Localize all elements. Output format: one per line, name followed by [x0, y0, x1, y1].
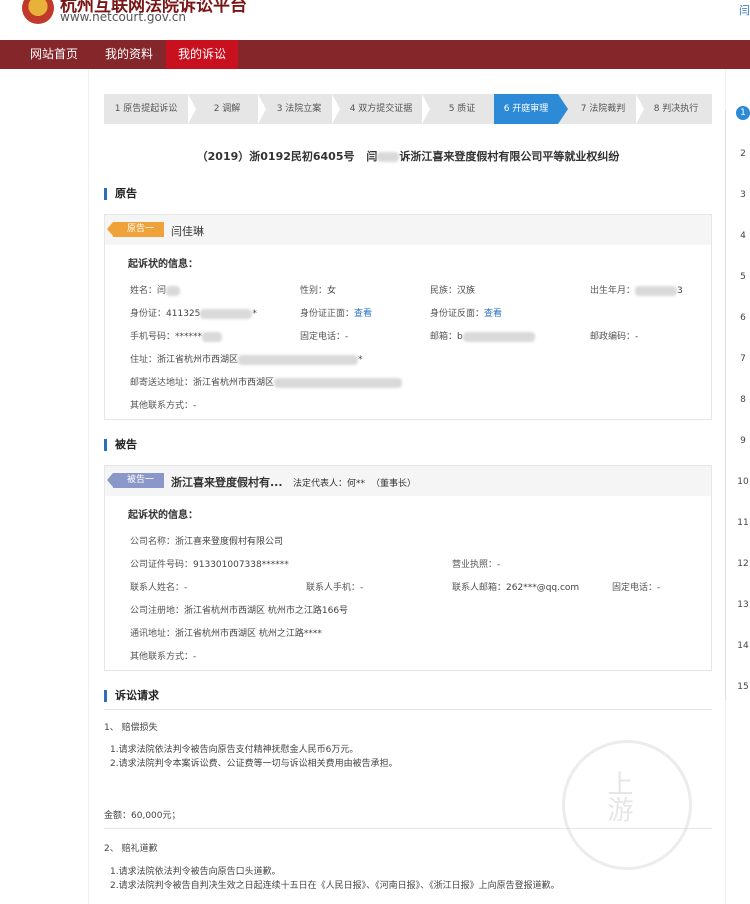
plaintiff-card-header: 原告一 闫佳琳	[105, 215, 711, 245]
defendant-mail-address-field: 通讯地址：浙江省杭州市西湖区 杭州之江路****	[130, 629, 322, 639]
defendant-name: 浙江喜来登度假村有...	[171, 476, 283, 489]
case-description: 诉浙江喜来登度假村有限公司平等就业权纠纷	[399, 150, 620, 163]
defendant-company-field: 公司名称：浙江喜来登度假村有限公司	[130, 537, 284, 547]
side-num-5[interactable]: 5	[736, 270, 750, 284]
main-nav: 网站首页 我的资料 我的诉讼	[0, 40, 750, 69]
step-8[interactable]: 8 判决执行	[644, 94, 708, 124]
side-num-8[interactable]: 8	[736, 393, 750, 407]
step-1[interactable]: 1 原告提起诉讼	[104, 94, 188, 124]
side-num-10[interactable]: 10	[736, 475, 750, 489]
plaintiff-id-front-field: 身份证正面：查看	[300, 309, 373, 319]
claim-2-title: 2、 赔礼道歉	[104, 844, 158, 854]
defendant-other-contact-field: 其他联系方式：-	[130, 652, 197, 662]
plaintiff-address-field: 住址：浙江省杭州市西湖区 *	[130, 354, 363, 365]
site-url: www.netcourt.gov.cn	[60, 10, 186, 24]
user-link[interactable]: 闫	[739, 2, 750, 18]
side-num-12[interactable]: 12	[736, 557, 750, 571]
plaintiff-name: 闫佳琳	[171, 225, 204, 238]
plaintiff-ethnicity-field: 民族：汉族	[430, 286, 476, 296]
plaintiff-mail-address-field: 邮寄送达地址：浙江省杭州市西湖区	[130, 375, 403, 388]
side-num-11[interactable]: 11	[736, 516, 750, 530]
defendant-contact-email-field: 联系人邮箱：262***@qq.com	[452, 583, 580, 593]
side-num-3[interactable]: 3	[736, 188, 750, 202]
nav-my-profile[interactable]: 我的资料	[94, 40, 164, 69]
side-num-1[interactable]: 1	[736, 106, 750, 120]
claims-divider	[104, 709, 712, 710]
side-num-15[interactable]: 15	[736, 680, 750, 694]
claim-2-line-1: 1.请求法院依法判令被告向原告口头道歉。	[110, 867, 281, 877]
side-num-6[interactable]: 6	[736, 311, 750, 325]
side-num-2[interactable]: 2	[736, 147, 750, 161]
step-2[interactable]: 2 调解	[196, 94, 258, 124]
case-plaintiff-prefix: 闫	[366, 150, 378, 163]
claim-amount: 金额：60,000元；	[104, 811, 181, 821]
plaintiff-birth-field: 出生年月： 3	[590, 285, 683, 296]
progress-steps: 1 原告提起诉讼 2 调解 3 法院立案 4 双方提交证据 5 质证 6 开庭审…	[104, 94, 712, 124]
plaintiff-section-title: 原告	[104, 188, 137, 200]
defendant-legal-rep: 法定代表人：何** （董事长）	[293, 479, 417, 489]
plaintiff-email-field: 邮箱：b	[430, 329, 535, 342]
claim-1-title: 1、 赔偿损失	[104, 723, 158, 733]
defendant-tag: 被告一	[106, 473, 165, 488]
side-nav-line	[725, 110, 726, 700]
case-title: （2019）浙0192民初6405号 闫 诉浙江喜来登度假村有限公司平等就业权纠纷	[104, 148, 712, 164]
defendant-section-title: 被告	[104, 439, 137, 451]
defendant-license-field: 营业执照：-	[452, 560, 501, 570]
plaintiff-postcode-field: 邮政编码：-	[590, 332, 639, 342]
claim-1-line-2: 2.请求法院判令本案诉讼费、公证费等一切与诉讼相关费用由被告承担。	[110, 759, 398, 769]
case-number: （2019）浙0192民初6405号	[196, 150, 355, 163]
claim-2-line-2: 2.请求法院判令被告自判决生效之日起连续十五日在《人民日报》、《河南日报》、《浙…	[110, 881, 560, 891]
plaintiff-other-contact-field: 其他联系方式：-	[130, 401, 197, 411]
step-7[interactable]: 7 法院裁判	[570, 94, 636, 124]
side-num-9[interactable]: 9	[736, 434, 750, 448]
plaintiff-phone-field: 手机号码：******	[130, 329, 223, 342]
step-4[interactable]: 4 双方提交证据	[340, 94, 422, 124]
plaintiff-id-back-field: 身份证反面：查看	[430, 309, 503, 319]
side-num-4[interactable]: 4	[736, 229, 750, 243]
plaintiff-subhead: 起诉状的信息：	[128, 259, 198, 270]
defendant-landline-field: 固定电话：-	[612, 583, 661, 593]
defendant-contact-name-field: 联系人姓名：-	[130, 583, 188, 593]
plaintiff-gender-field: 性别：女	[300, 286, 337, 296]
view-id-front-link[interactable]: 查看	[354, 309, 372, 319]
step-5[interactable]: 5 质证	[430, 94, 494, 124]
nav-home[interactable]: 网站首页	[22, 40, 86, 69]
defendant-reg-address-field: 公司注册地：浙江省杭州市西湖区 杭州市之江路166号	[130, 606, 349, 616]
side-num-7[interactable]: 7	[736, 352, 750, 366]
defendant-contact-phone-field: 联系人手机：-	[306, 583, 364, 593]
court-emblem-logo	[22, 0, 54, 24]
side-num-14[interactable]: 14	[736, 639, 750, 653]
plaintiff-id-field: 身份证：411325 *	[130, 308, 257, 319]
step-3[interactable]: 3 法院立案	[266, 94, 332, 124]
redaction	[377, 152, 400, 162]
claims-section-title: 诉讼请求	[104, 690, 159, 702]
defendant-subhead: 起诉状的信息：	[128, 510, 198, 521]
plaintiff-landline-field: 固定电话：-	[300, 332, 349, 342]
view-id-back-link[interactable]: 查看	[484, 309, 502, 319]
watermark-text: 上游	[603, 770, 633, 822]
nav-my-litigation[interactable]: 我的诉讼	[166, 40, 238, 69]
side-num-13[interactable]: 13	[736, 598, 750, 612]
plaintiff-tag: 原告一	[106, 222, 165, 237]
plaintiff-name-field: 姓名：闫	[130, 283, 181, 296]
defendant-cert-field: 公司证件号码：913301007338******	[130, 560, 289, 570]
site-header: 杭州互联网法院诉讼平台 www.netcourt.gov.cn 闫	[0, 0, 750, 40]
defendant-card-header: 被告一 浙江喜来登度假村有... 法定代表人：何** （董事长）	[105, 466, 711, 496]
claim-1-line-1: 1.请求法院依法判令被告向原告支付精神抚慰金人民币6万元。	[110, 745, 359, 755]
step-6-active[interactable]: 6 开庭审理	[494, 94, 568, 124]
